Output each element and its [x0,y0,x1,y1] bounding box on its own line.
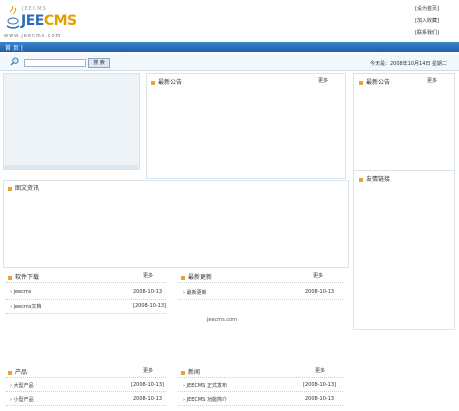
products-title: 产品 [8,367,27,376]
notice-main-title: 最新公告 [151,77,182,86]
software-more-link[interactable]: 更多 [143,272,153,279]
list-item-date: 2008-10-13 [133,289,163,295]
image-slideshow-footer [4,165,138,169]
divider [6,313,166,314]
divider [6,377,166,378]
bullet-icon [181,370,185,375]
news-more-link[interactable]: 更多 [315,367,325,374]
nav-bar [0,42,459,52]
top-links: [设为首页] [加入收藏] [联系我们] [415,5,439,41]
add-favorite-link[interactable]: [加入收藏] [415,17,439,24]
list-item-date: 2008-10-13 [305,289,335,295]
friend-links-title: 友情链接 [359,174,390,183]
software-title: 软件下载 [8,272,39,281]
list-item-date: [2008-10-13] [133,303,166,309]
center-link[interactable]: jeecms.com [207,317,237,323]
bullet-icon [8,370,12,375]
products-more-link[interactable]: 更多 [143,367,153,374]
latest-more-link[interactable]: 更多 [313,272,323,279]
logo-tagline: JEECMS [22,6,47,12]
logo-text[interactable]: JEECMS [21,13,77,29]
divider [178,377,343,378]
date-status: 今天是：2008年10月14日 星期二 [369,61,447,67]
bullet-icon [151,80,155,85]
news-title: 新闻 [181,367,200,376]
search-button[interactable]: 搜 索 [88,58,110,68]
notice-side-more-link[interactable]: 更多 [427,77,437,84]
search-input[interactable] [24,59,86,67]
pic-news-title: 图文资讯 [8,183,39,192]
pic-news-panel [3,180,349,268]
friend-links-panel [353,170,455,330]
logo-url: www.jeecms.com [4,33,62,39]
list-item[interactable]: › JEECMS 功能简介 [183,396,227,403]
image-slideshow-panel [3,73,140,170]
list-item-date: [2008-10-13] [131,382,164,388]
notice-side-panel [353,73,455,171]
nav-home-link[interactable]: 首 页 | [5,43,23,52]
list-item[interactable]: › 小型产品 [10,396,34,403]
bullet-icon [359,177,363,182]
bullet-icon [181,275,185,280]
divider [178,391,343,392]
bullet-icon [8,186,12,191]
divider [178,405,343,406]
divider [6,282,166,283]
list-item[interactable]: › jeecms文档 [10,303,41,310]
list-item[interactable]: › jeecms [10,289,31,295]
list-item[interactable]: › 最新更新 [183,289,207,296]
list-item[interactable]: › JEECMS 正式发布 [183,382,227,389]
notice-side-title: 最新公告 [359,77,390,86]
divider [178,282,343,283]
divider [6,405,166,406]
notice-main-panel [146,73,346,179]
divider [178,299,343,300]
set-home-link[interactable]: [设为首页] [415,5,439,12]
notice-main-more-link[interactable]: 更多 [318,77,328,84]
divider [6,299,166,300]
list-item-date: 2008-10-13 [133,396,163,402]
bullet-icon [8,275,12,280]
search-icon [10,57,19,66]
contact-us-link[interactable]: [联系我们] [415,29,439,36]
divider [6,391,166,392]
list-item[interactable]: › 大型产品 [10,382,34,389]
list-item-date: [2008-10-13] [303,382,336,388]
bullet-icon [359,80,363,85]
list-item-date: 2008-10-13 [305,396,335,402]
latest-title: 最新更新 [181,272,212,281]
